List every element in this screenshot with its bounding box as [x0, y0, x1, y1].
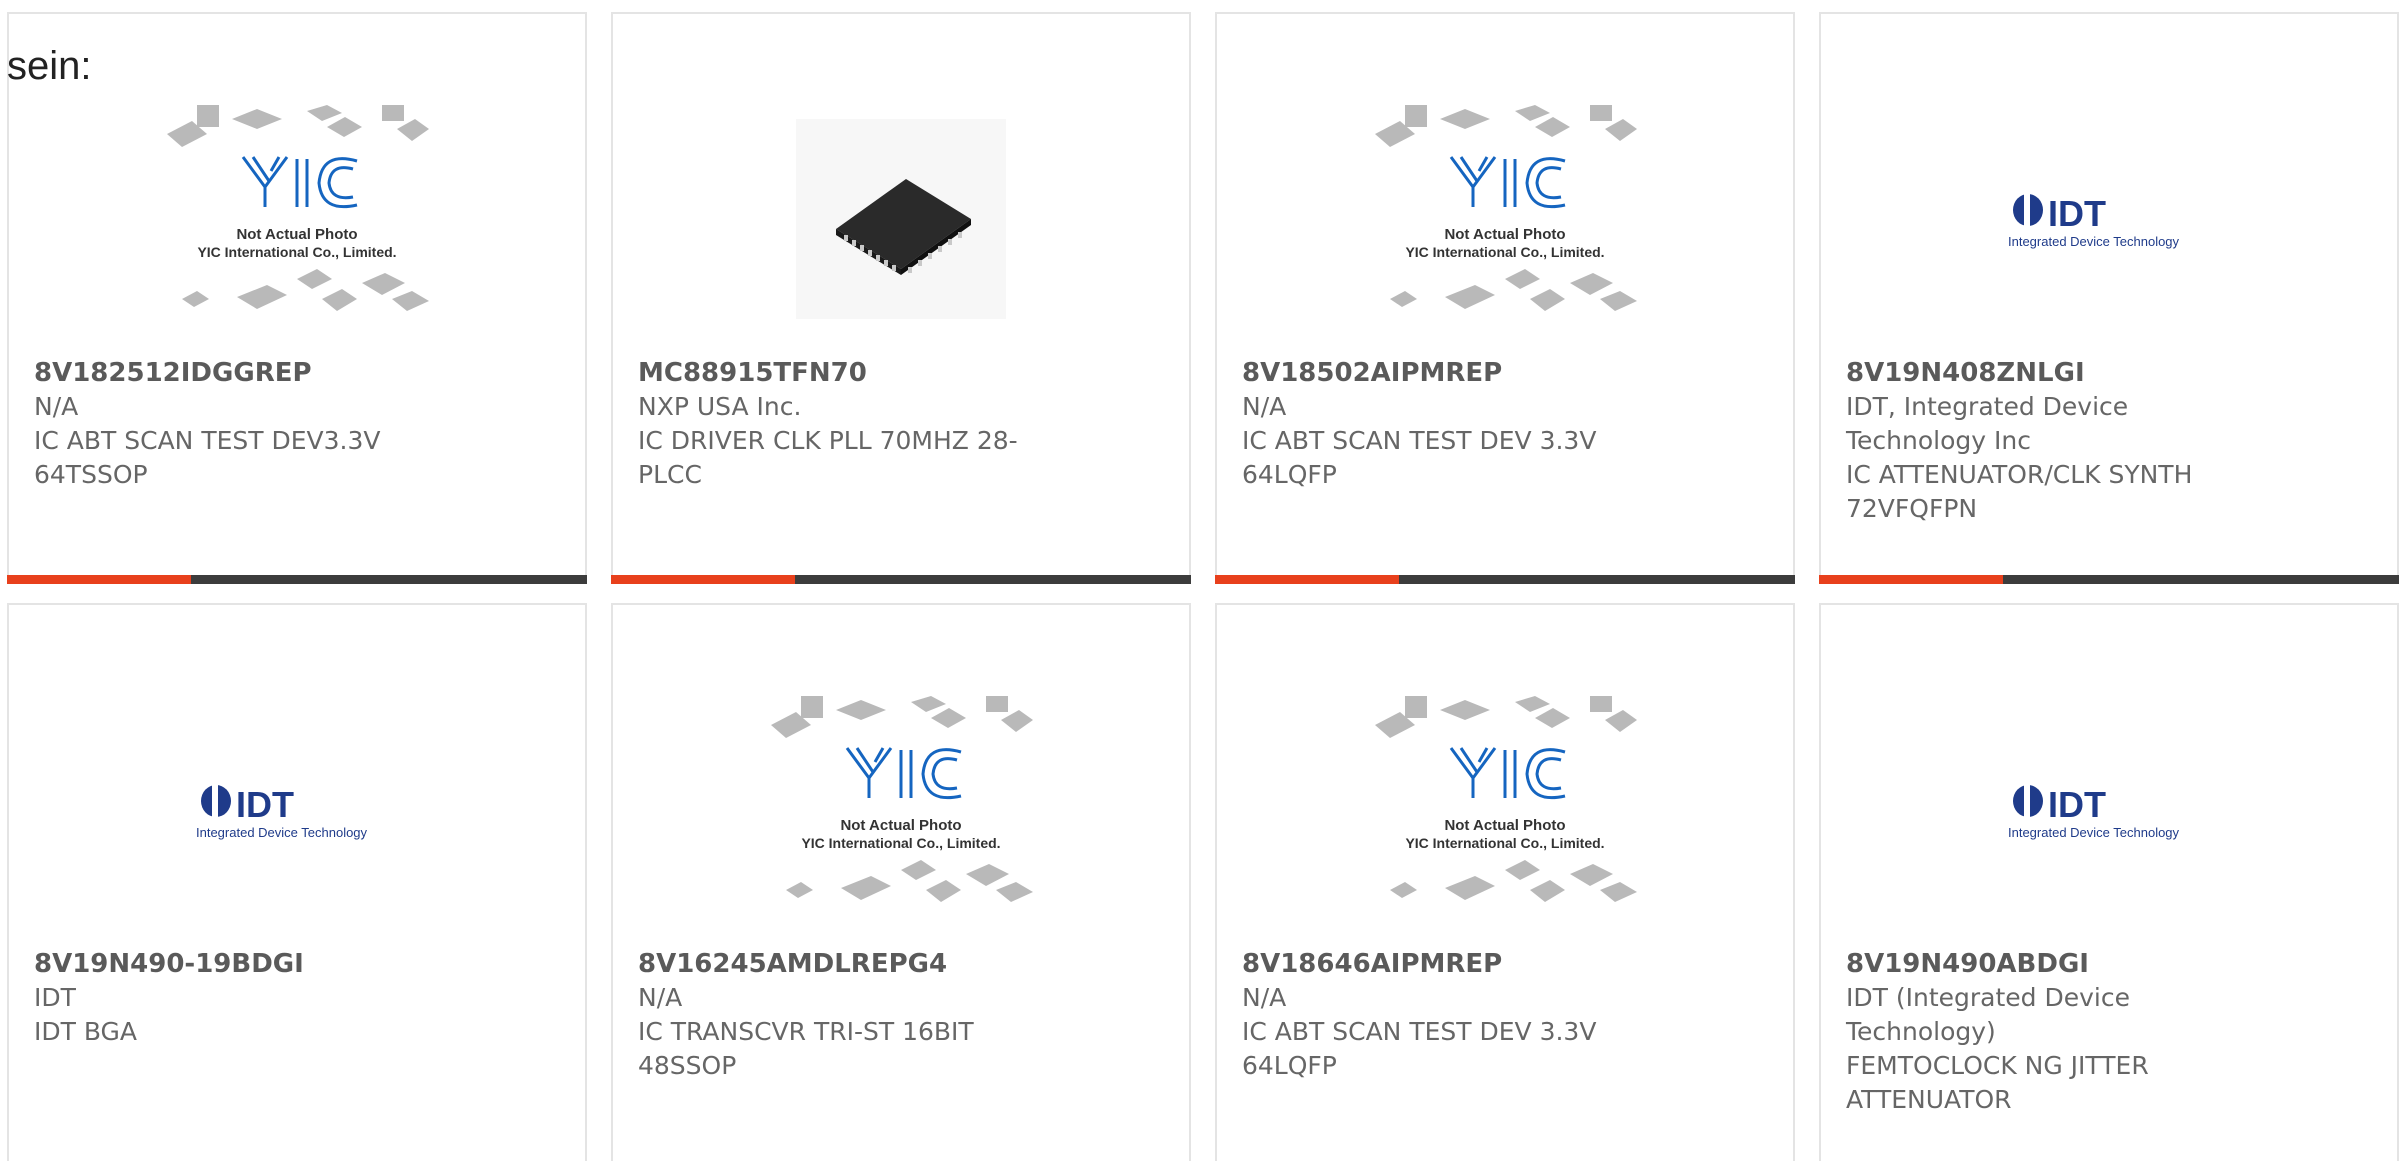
- product-grid: Not Actual Photo YIC International Co., …: [0, 0, 2400, 1161]
- placeholder-caption-1: Not Actual Photo: [1444, 817, 1565, 834]
- description: IC DRIVER CLK PLL 70MHZ 28-PLCC: [638, 426, 1018, 489]
- idt-tagline: Integrated Device Technology: [2008, 825, 2180, 840]
- product-image[interactable]: IDT Integrated Device Technology: [1821, 84, 2397, 354]
- idt-logo-image: IDT Integrated Device Technology: [2008, 193, 2180, 249]
- manufacturer: N/A: [1242, 392, 1287, 421]
- product-card[interactable]: MC88915TFN70 NXP USA Inc. IC DRIVER CLK …: [611, 12, 1191, 584]
- idt-wordmark: IDT: [2048, 784, 2106, 825]
- idt-tagline: Integrated Device Technology: [2008, 234, 2180, 249]
- description: IC ABT SCAN TEST DEV 3.3V 64LQFP: [1242, 1017, 1597, 1080]
- placeholder-caption-1: Not Actual Photo: [1444, 226, 1565, 243]
- product-image[interactable]: Not Actual Photo YIC International Co., …: [1217, 84, 1793, 354]
- manufacturer: IDT, Integrated Device Technology Inc: [1846, 392, 2129, 455]
- part-number-link[interactable]: 8V182512IDGGREP: [34, 356, 554, 390]
- product-card[interactable]: Not Actual Photo YIC International Co., …: [611, 603, 1191, 1161]
- part-number-link[interactable]: 8V19N408ZNLGI: [1846, 356, 2366, 390]
- description: IC ABT SCAN TEST DEV 3.3V 64LQFP: [1242, 426, 1597, 489]
- idt-logo-image: IDT Integrated Device Technology: [196, 784, 368, 840]
- card-bar-accent: [1819, 575, 2003, 584]
- manufacturer: IDT: [34, 983, 76, 1012]
- product-card[interactable]: IDT Integrated Device Technology 8V19N49…: [1819, 603, 2399, 1161]
- card-bar-accent: [611, 575, 795, 584]
- product-info: MC88915TFN70 NXP USA Inc. IC DRIVER CLK …: [638, 356, 1158, 492]
- manufacturer: N/A: [638, 983, 683, 1012]
- yic-placeholder-image: Not Actual Photo YIC International Co., …: [1375, 105, 1637, 311]
- plcc-chip-photo: [796, 119, 1006, 319]
- placeholder-caption-1: Not Actual Photo: [840, 817, 961, 834]
- product-card[interactable]: Not Actual Photo YIC International Co., …: [1215, 12, 1795, 584]
- product-card[interactable]: IDT Integrated Device Technology 8V19N40…: [1819, 12, 2399, 584]
- product-card[interactable]: Not Actual Photo YIC International Co., …: [7, 12, 587, 584]
- card-progress-bar: [1819, 575, 2399, 584]
- product-image[interactable]: Not Actual Photo YIC International Co., …: [613, 675, 1189, 945]
- part-number-link[interactable]: MC88915TFN70: [638, 356, 1158, 390]
- card-bar-accent: [1215, 575, 1399, 584]
- placeholder-caption-2: YIC International Co., Limited.: [801, 835, 1000, 851]
- lead-text: sein:: [7, 44, 92, 88]
- product-image[interactable]: IDT Integrated Device Technology: [9, 675, 585, 945]
- card-progress-bar: [611, 575, 1191, 584]
- product-info: 8V19N490-19BDGI IDT IDT BGA: [34, 947, 554, 1049]
- product-info: 8V18502AIPMREP N/A IC ABT SCAN TEST DEV …: [1242, 356, 1762, 492]
- product-info: 8V18646AIPMREP N/A IC ABT SCAN TEST DEV …: [1242, 947, 1762, 1083]
- part-number-link[interactable]: 8V16245AMDLREPG4: [638, 947, 1158, 981]
- card-progress-bar: [7, 575, 587, 584]
- yic-placeholder-image: Not Actual Photo YIC International Co., …: [1375, 696, 1637, 902]
- description: IC ABT SCAN TEST DEV3.3V 64TSSOP: [34, 426, 381, 489]
- product-info: 8V19N490ABDGI IDT (Integrated Device Tec…: [1846, 947, 2366, 1117]
- idt-tagline: Integrated Device Technology: [196, 825, 368, 840]
- product-info: 8V16245AMDLREPG4 N/A IC TRANSCVR TRI-ST …: [638, 947, 1158, 1083]
- manufacturer: N/A: [34, 392, 79, 421]
- product-image[interactable]: IDT Integrated Device Technology: [1821, 675, 2397, 945]
- yic-placeholder-image: Not Actual Photo YIC International Co., …: [167, 105, 429, 311]
- description: IC ATTENUATOR/CLK SYNTH 72VFQFPN: [1846, 460, 2193, 523]
- product-image[interactable]: [613, 84, 1189, 354]
- card-bar-accent: [7, 575, 191, 584]
- manufacturer: N/A: [1242, 983, 1287, 1012]
- product-info: 8V19N408ZNLGI IDT, Integrated Device Tec…: [1846, 356, 2366, 526]
- placeholder-caption-2: YIC International Co., Limited.: [1405, 244, 1604, 260]
- idt-logo-image: IDT Integrated Device Technology: [2008, 784, 2180, 840]
- placeholder-caption-2: YIC International Co., Limited.: [197, 244, 396, 260]
- manufacturer: NXP USA Inc.: [638, 392, 802, 421]
- part-number-link[interactable]: 8V19N490ABDGI: [1846, 947, 2366, 981]
- part-number-link[interactable]: 8V19N490-19BDGI: [34, 947, 554, 981]
- manufacturer: IDT (Integrated Device Technology): [1846, 983, 2130, 1046]
- product-image[interactable]: Not Actual Photo YIC International Co., …: [1217, 675, 1793, 945]
- product-card[interactable]: IDT Integrated Device Technology 8V19N49…: [7, 603, 587, 1161]
- part-number-link[interactable]: 8V18502AIPMREP: [1242, 356, 1762, 390]
- product-info: 8V182512IDGGREP N/A IC ABT SCAN TEST DEV…: [34, 356, 554, 492]
- placeholder-caption-2: YIC International Co., Limited.: [1405, 835, 1604, 851]
- description: IC TRANSCVR TRI-ST 16BIT 48SSOP: [638, 1017, 974, 1080]
- placeholder-caption-1: Not Actual Photo: [236, 226, 357, 243]
- yic-placeholder-image: Not Actual Photo YIC International Co., …: [771, 696, 1033, 902]
- description: IDT BGA: [34, 1017, 138, 1046]
- idt-wordmark: IDT: [2048, 193, 2106, 234]
- product-card[interactable]: Not Actual Photo YIC International Co., …: [1215, 603, 1795, 1161]
- part-number-link[interactable]: 8V18646AIPMREP: [1242, 947, 1762, 981]
- idt-wordmark: IDT: [236, 784, 294, 825]
- card-progress-bar: [1215, 575, 1795, 584]
- description: FEMTOCLOCK NG JITTER ATTENUATOR: [1846, 1051, 2149, 1114]
- product-image[interactable]: Not Actual Photo YIC International Co., …: [9, 84, 585, 354]
